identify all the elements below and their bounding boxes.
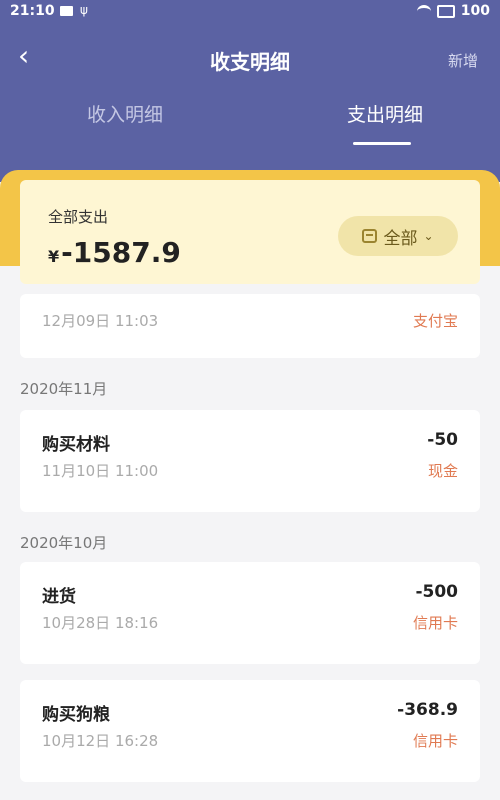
add-button[interactable]: 新增: [448, 50, 478, 71]
battery-level: 100: [460, 3, 490, 19]
item-payment: 现金: [427, 462, 458, 480]
battery-icon: [436, 4, 455, 18]
page-title: 收支明细: [210, 50, 290, 74]
item-amount: -500: [415, 582, 458, 602]
tab-expense[interactable]: 支出明细: [260, 100, 500, 127]
item-name: 进货: [42, 587, 76, 607]
item-amount: -368.9: [397, 700, 458, 720]
currency-symbol: ¥: [48, 247, 60, 266]
summary-label: 全部支出: [48, 208, 109, 226]
item-payment: 信用卡: [412, 732, 458, 750]
month-header: 2020年10月: [20, 534, 108, 552]
status-time: 21:10: [10, 3, 55, 19]
summary-card: 全部支出 ¥-1587.9 全部 ⌄: [20, 180, 480, 284]
item-amount: -50: [427, 430, 458, 450]
status-right: 100: [416, 3, 490, 19]
item-date: 10月12日 16:28: [42, 732, 159, 750]
active-tab-indicator: [353, 142, 411, 145]
filter-label: 全部: [383, 228, 418, 249]
wifi-icon: [416, 4, 431, 18]
item-date: 12月09日 11:03: [42, 312, 159, 330]
item-payment: 信用卡: [412, 614, 458, 632]
list-item[interactable]: 12月09日 11:03 支付宝: [20, 294, 480, 358]
usb-icon: ψ: [80, 3, 88, 17]
item-payment: 支付宝: [412, 312, 458, 330]
calendar-icon: [362, 229, 378, 243]
status-bar: 21:10 ψ 100: [0, 0, 500, 24]
list-item[interactable]: 购买材料 -50 11月10日 11:00 现金: [20, 410, 480, 512]
summary-amount: ¥-1587.9: [48, 236, 181, 269]
header-bar: 21:10 ψ 100 ‹ 收支明细 新增 收入明细 支出明细: [0, 0, 500, 182]
list-item[interactable]: 进货 -500 10月28日 18:16 信用卡: [20, 562, 480, 664]
date-filter-button[interactable]: 全部 ⌄: [338, 216, 458, 256]
nav-bar: ‹ 收支明细 新增: [0, 32, 500, 84]
list-item[interactable]: 购买狗粮 -368.9 10月12日 16:28 信用卡: [20, 680, 480, 782]
item-name: 购买狗粮: [42, 705, 110, 725]
summary-amount-value: -1587.9: [61, 236, 181, 269]
item-name: 购买材料: [42, 435, 110, 455]
month-header: 2020年11月: [20, 380, 108, 398]
chevron-down-icon: ⌄: [423, 229, 434, 243]
tab-income[interactable]: 收入明细: [0, 100, 250, 127]
mail-icon: [60, 6, 73, 16]
item-date: 10月28日 18:16: [42, 614, 159, 632]
tab-bar: 收入明细 支出明细: [0, 100, 500, 150]
item-date: 11月10日 11:00: [42, 462, 159, 480]
